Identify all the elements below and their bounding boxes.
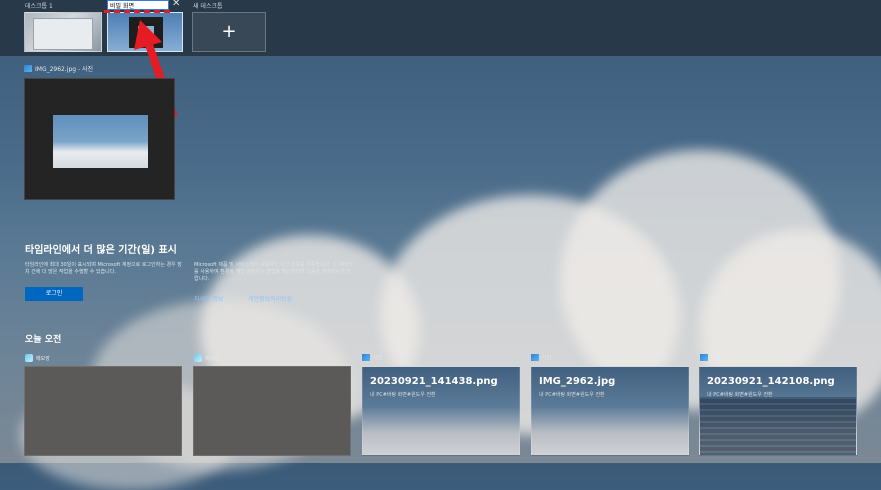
photo-preview [53,115,148,168]
close-desktop-icon[interactable]: ✕ [172,0,180,9]
activity-file-name: IMG_2962.jpg [539,376,616,387]
new-desktop-label: 새 데스크톱 [193,3,223,10]
screenshot-preview [700,397,856,455]
activity-2-header: 메모장 [194,354,219,362]
activity-app-name: 사진 [542,355,552,361]
activity-file-path: 내 PC#바탕 화면#윈도우 전환 [370,392,436,398]
activity-card[interactable]: IMG_2962.jpg 내 PC#바탕 화면#윈도우 전환 [531,366,689,456]
activity-file-path: 내 PC#바탕 화면#윈도우 전환 [539,392,605,398]
photos-app-icon [362,354,370,361]
notepad-icon [25,354,33,362]
activity-file-path: 내 PC#바탕 화면#윈도우 전환 [707,392,773,398]
window-title-text: IMG_2962.jpg - 사진 [35,66,94,73]
privacy-text: Microsoft 제품 및 서비스에서 사용자의 개인 정보를 존중합니다. … [194,262,353,282]
more-info-link[interactable]: 자세한 정보 [194,294,224,303]
activity-card[interactable] [193,366,351,456]
activity-file-name: 20230921_142108.png [707,376,835,387]
activity-1-header: 메모장 [25,354,50,362]
notepad-icon [194,354,202,362]
activity-5-header: 사진 [700,354,720,361]
activity-app-name: 메모장 [36,355,50,362]
login-button[interactable]: 로그인 [25,287,83,301]
desktop-1-window-preview [33,18,93,50]
new-desktop-button[interactable]: + [192,12,266,52]
activity-card[interactable]: 20230921_141438.png 내 PC#바탕 화면#윈도우 전환 [362,366,520,456]
timeline-promo-title: 타임라인에서 더 많은 기간(일) 표시 [25,245,177,256]
photos-app-icon [24,65,32,72]
window-title: IMG_2962.jpg - 사진 [24,64,93,73]
activity-app-name: 사진 [373,355,383,361]
photos-app-icon [700,354,708,361]
desktop-rename-input[interactable] [107,0,169,10]
window-thumbnail[interactable] [24,78,175,200]
activity-file-name: 20230921_141438.png [370,376,498,387]
photos-app-icon [531,354,539,361]
activity-card[interactable] [24,366,182,456]
activity-4-header: 사진 [531,354,551,361]
activity-app-name: 사진 [711,355,721,361]
section-title: 오늘 오전 [25,335,62,345]
desktop-1-label: 데스크톱 1 [25,3,53,10]
timeline-promo-description: 타임라인에 최대 30일이 표시되며 Microsoft 계정으로 로그인하는 … [25,262,182,275]
activity-card[interactable]: 20230921_142108.png 내 PC#바탕 화면#윈도우 전환 [699,366,857,456]
privacy-policy-link[interactable]: 개인정보처리방침 [248,294,292,303]
activity-app-name: 메모장 [205,355,219,362]
desktop-1-thumbnail[interactable] [24,12,102,52]
activity-3-header: 사진 [362,354,382,361]
